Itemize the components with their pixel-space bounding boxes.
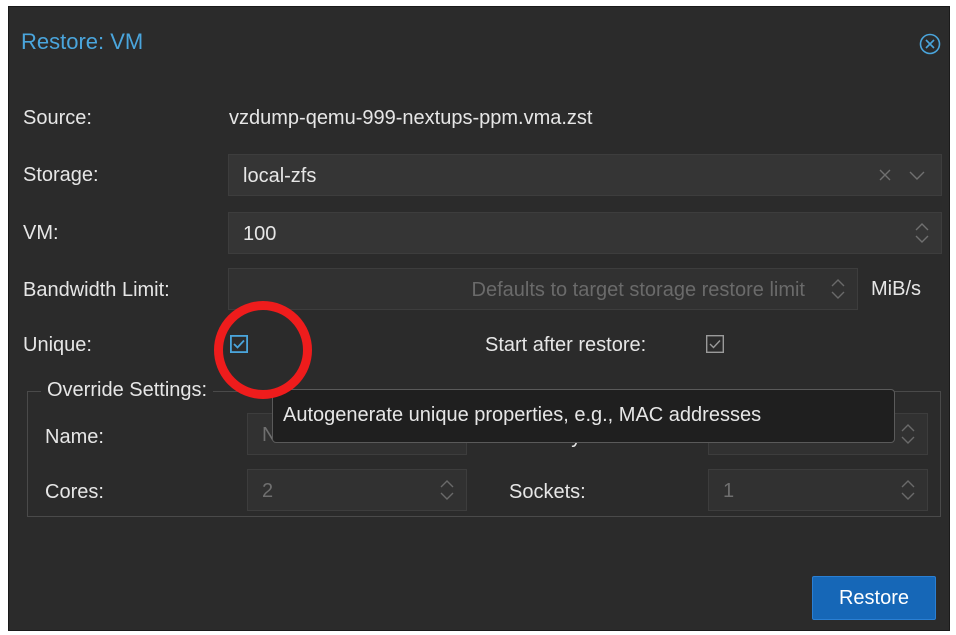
highlight-circle [214,301,312,399]
start-after-restore-checkbox[interactable] [706,335,724,353]
override-settings-legend: Override Settings: [41,379,214,402]
spinner-icon[interactable] [893,414,923,454]
clear-icon[interactable] [875,155,895,195]
close-icon[interactable] [919,33,941,55]
start-after-restore-label: Start after restore: [485,334,647,356]
sockets-label: Sockets: [509,481,586,503]
storage-label: Storage: [23,164,99,186]
spinner-icon[interactable] [823,269,853,309]
source-label: Source: [23,107,92,129]
dialog-title: Restore: VM [21,29,144,54]
storage-select[interactable]: local-zfs [228,154,942,196]
sockets-value: 1 [723,480,735,502]
unique-tooltip: Autogenerate unique properties, e.g., MA… [272,389,895,443]
cores-label: Cores: [45,481,104,503]
cores-field[interactable]: 2 [247,469,467,511]
storage-value: local-zfs [243,165,317,187]
bandwidth-unit: MiB/s [871,278,921,300]
bandwidth-label: Bandwidth Limit: [23,279,170,301]
unique-label: Unique: [23,334,92,356]
spinner-icon[interactable] [432,470,462,510]
spinner-icon[interactable] [893,470,923,510]
vm-id-value: 100 [243,223,277,245]
name-label: Name: [45,426,104,448]
bandwidth-placeholder: Defaults to target storage restore limit [471,279,805,301]
restore-button[interactable]: Restore [812,576,936,620]
vm-label: VM: [23,222,59,244]
restore-vm-dialog: Restore: VM Source: vzdump-qemu-999-next… [8,6,950,631]
vm-id-field[interactable]: 100 [228,212,942,254]
source-value: vzdump-qemu-999-nextups-ppm.vma.zst [229,107,593,129]
chevron-down-icon[interactable] [897,155,937,195]
cores-value: 2 [262,480,274,502]
bandwidth-field[interactable]: Defaults to target storage restore limit [228,268,858,310]
sockets-field[interactable]: 1 [708,469,928,511]
spinner-icon[interactable] [907,213,937,253]
